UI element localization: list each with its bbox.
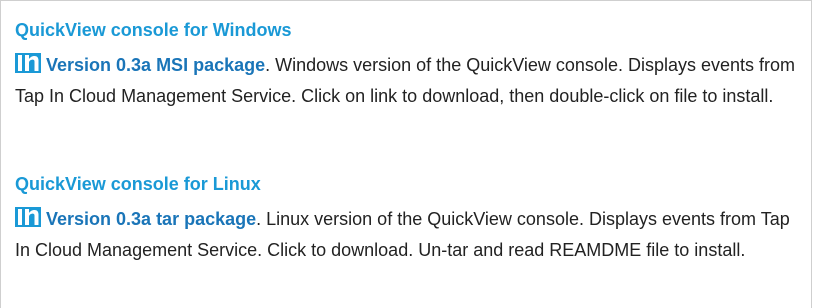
windows-msi-package-link[interactable]: Version 0.3a MSI package — [46, 55, 265, 75]
linux-tar-package-link[interactable]: Version 0.3a tar package — [46, 209, 256, 229]
windows-heading-link[interactable]: QuickView console for Windows — [15, 19, 799, 41]
download-panel: QuickView console for Windows Version 0.… — [0, 0, 812, 308]
windows-section: QuickView console for Windows Version 0.… — [15, 19, 799, 112]
windows-description: Version 0.3a MSI package. Windows versio… — [15, 50, 799, 112]
linkedin-in-icon[interactable] — [15, 207, 41, 227]
linux-heading-link[interactable]: QuickView console for Linux — [15, 173, 799, 195]
linkedin-in-icon[interactable] — [15, 53, 41, 73]
linux-section: QuickView console for Linux Version 0.3a… — [15, 173, 799, 266]
linux-description: Version 0.3a tar package. Linux version … — [15, 204, 799, 266]
